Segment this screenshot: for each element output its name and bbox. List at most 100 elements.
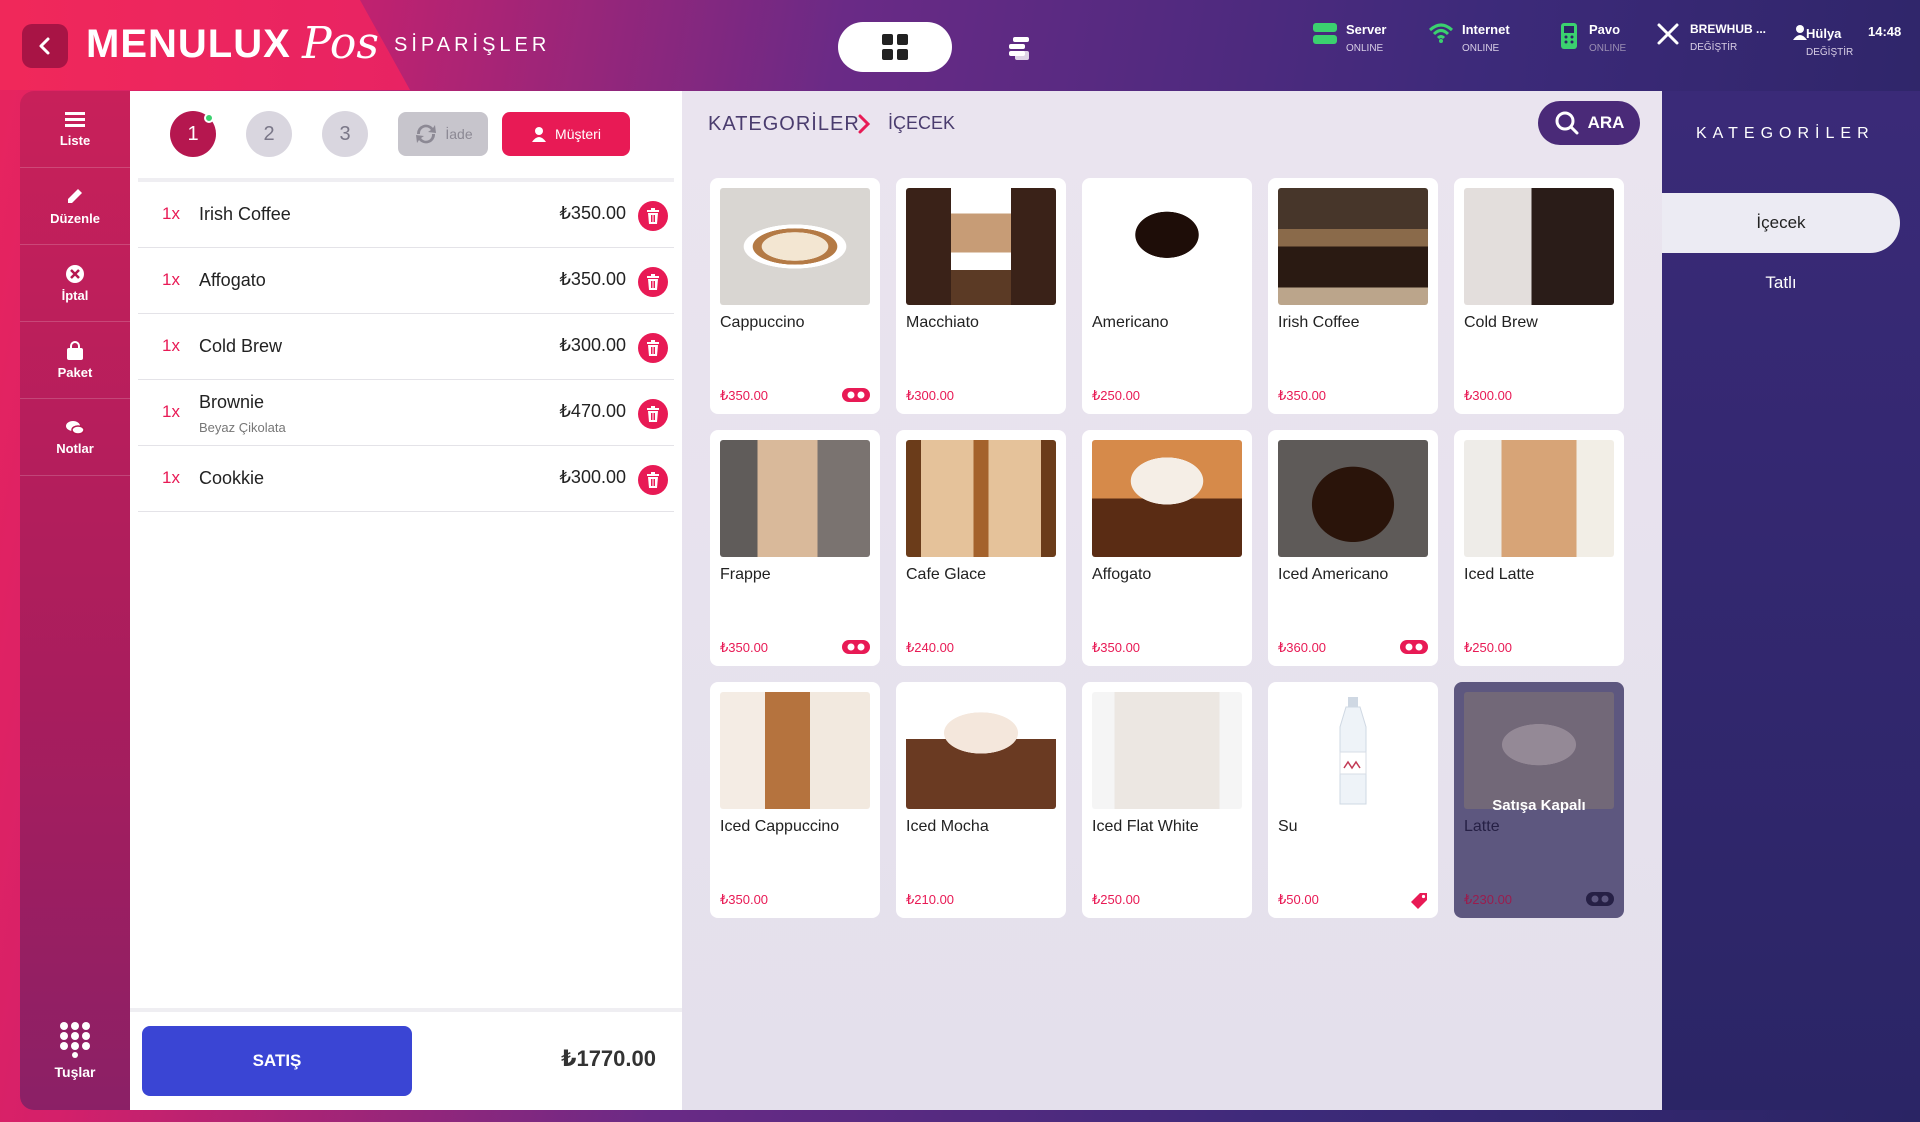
app-logo-pos: Pos	[302, 18, 379, 69]
line-name: Brownie	[199, 392, 265, 412]
search-icon	[1555, 111, 1579, 135]
stack-view-button[interactable]	[1000, 30, 1036, 66]
order-line[interactable]: 1x Cold Brew ₺300.00	[138, 314, 674, 380]
nav-list[interactable]: Liste	[20, 91, 130, 168]
product-price: ₺350.00	[1092, 640, 1141, 655]
order-tab-1[interactable]: 1	[170, 111, 216, 157]
nav-cancel[interactable]: İptal	[20, 245, 130, 322]
status-sub: ONLINE	[1462, 43, 1500, 54]
product-price: ₺350.00	[720, 388, 769, 403]
nav-package[interactable]: Paket	[20, 322, 130, 399]
sale-closed-label: Satışa Kapalı	[1492, 797, 1586, 814]
pos-device-icon	[1561, 23, 1577, 49]
order-line[interactable]: 1x Irish Coffee ₺350.00	[138, 182, 674, 248]
order-line[interactable]: 1x Brownie Beyaz Çikolata ₺470.00	[138, 380, 674, 446]
customer-label: Müşteri	[555, 126, 601, 142]
line-qty: 1x	[162, 336, 180, 355]
product-area: KATEGORİLER İÇECEK ARA Cappuccino ₺350.0…	[682, 91, 1662, 1110]
product-name: Latte	[1464, 818, 1500, 835]
refund-button[interactable]: İade	[398, 112, 488, 156]
delete-line-button[interactable]	[638, 267, 668, 297]
product-price: ₺300.00	[1464, 388, 1513, 403]
toggle-icon	[842, 388, 870, 402]
status-restaurant[interactable]: BREWHUB ... DEĞİŞTİR	[1657, 22, 1766, 53]
product-price: ₺350.00	[720, 640, 769, 655]
line-qty: 1x	[162, 402, 180, 421]
order-line[interactable]: 1x Cookkie ₺300.00	[138, 446, 674, 512]
category-item-tatli[interactable]: Tatlı	[1662, 253, 1900, 313]
status-user[interactable]: Hülya DEĞİŞTİR	[1793, 25, 1853, 58]
order-tab-label: 3	[339, 122, 351, 145]
product-price: ₺250.00	[1092, 892, 1141, 907]
status-label: Internet	[1462, 22, 1510, 37]
nav-label: İptal	[61, 287, 89, 303]
product-card[interactable]: Su ₺50.00	[1268, 682, 1438, 918]
product-card[interactable]: Affogato ₺350.00	[1082, 430, 1252, 666]
order-list: 1x Irish Coffee ₺350.00 1x Affogato ₺350…	[138, 182, 674, 512]
nav-notes[interactable]: Notlar	[20, 399, 130, 476]
product-card[interactable]: Iced Americano ₺360.00	[1268, 430, 1438, 666]
refresh-icon	[416, 124, 437, 144]
status-sub: DEĞİŞTİR	[1690, 42, 1738, 53]
line-qty: 1x	[162, 270, 180, 289]
delete-line-button[interactable]	[638, 465, 668, 495]
product-image	[1464, 692, 1614, 809]
order-tab-label: 2	[263, 122, 275, 145]
customer-button[interactable]: Müşteri	[502, 112, 630, 156]
product-card[interactable]: Iced Mocha ₺210.00	[896, 682, 1066, 918]
breadcrumb-root[interactable]: KATEGORİLER	[708, 113, 860, 136]
status-server: Server ONLINE	[1313, 22, 1386, 54]
product-card[interactable]: Iced Flat White ₺250.00	[1082, 682, 1252, 918]
product-price: ₺350.00	[1278, 388, 1327, 403]
delete-line-button[interactable]	[638, 399, 668, 429]
water-bottle-icon	[1339, 697, 1367, 805]
product-card[interactable]: Irish Coffee ₺350.00	[1268, 178, 1438, 414]
order-tab-2[interactable]: 2	[246, 111, 292, 157]
product-image	[720, 188, 870, 305]
nav-keypad[interactable]: Tuşlar	[20, 1020, 130, 1080]
sale-button[interactable]: SATIŞ	[142, 1026, 412, 1096]
product-name: Cappuccino	[720, 314, 805, 331]
product-name: Su	[1278, 818, 1298, 835]
grid-view-button[interactable]	[838, 22, 952, 72]
line-price: ₺350.00	[559, 269, 626, 289]
product-card[interactable]: Frappe ₺350.00	[710, 430, 880, 666]
trash-icon	[647, 472, 659, 488]
product-price: ₺240.00	[906, 640, 955, 655]
delete-line-button[interactable]	[638, 201, 668, 231]
product-price: ₺230.00	[1464, 892, 1513, 907]
product-image	[1278, 188, 1428, 305]
nav-edit[interactable]: Düzenle	[20, 168, 130, 245]
search-button[interactable]: ARA	[1538, 101, 1640, 145]
product-name: Frappe	[720, 566, 771, 583]
line-price: ₺300.00	[559, 467, 626, 487]
product-card-disabled[interactable]: Satışa Kapalı Latte ₺230.00	[1454, 682, 1624, 918]
category-item-icecek[interactable]: İçecek	[1662, 193, 1900, 253]
nav-label: Notlar	[56, 440, 94, 456]
product-card[interactable]: Cappuccino ₺350.00	[710, 178, 880, 414]
product-card[interactable]: Cafe Glace ₺240.00	[896, 430, 1066, 666]
product-card[interactable]: Iced Cappuccino ₺350.00	[710, 682, 880, 918]
product-name: Iced Flat White	[1092, 818, 1199, 835]
line-note: Beyaz Çikolata	[199, 420, 286, 435]
cancel-icon	[66, 264, 84, 283]
back-button[interactable]	[22, 24, 68, 68]
product-image	[720, 692, 870, 809]
line-qty: 1x	[162, 204, 180, 223]
product-image	[1092, 188, 1242, 305]
product-card[interactable]: Iced Latte ₺250.00	[1454, 430, 1624, 666]
delete-line-button[interactable]	[638, 333, 668, 363]
product-card[interactable]: Americano ₺250.00	[1082, 178, 1252, 414]
status-label: Hülya	[1806, 26, 1842, 41]
order-line[interactable]: 1x Affogato ₺350.00	[138, 248, 674, 314]
order-tab-3[interactable]: 3	[322, 111, 368, 157]
toggle-icon	[842, 640, 870, 654]
search-label: ARA	[1587, 113, 1625, 132]
product-card[interactable]: Cold Brew ₺300.00	[1454, 178, 1624, 414]
status-label: BREWHUB ...	[1690, 22, 1766, 36]
pencil-icon	[68, 188, 82, 203]
product-card[interactable]: Macchiato ₺300.00	[896, 178, 1066, 414]
product-image	[1464, 188, 1614, 305]
nav-label: Paket	[57, 364, 93, 380]
line-qty: 1x	[162, 468, 180, 487]
